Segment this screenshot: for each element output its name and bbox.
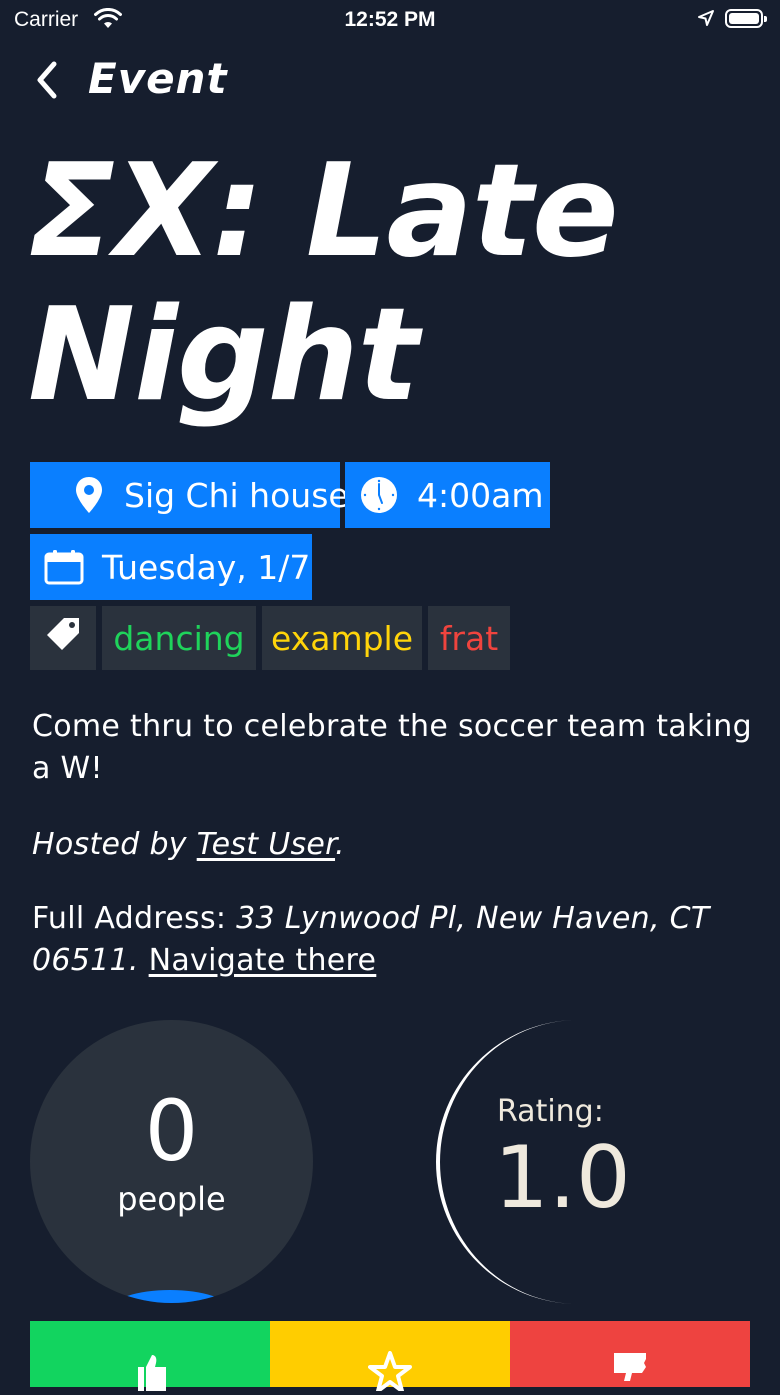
address-prefix: Full Address: (32, 901, 237, 936)
host-prefix: Hosted by (32, 827, 197, 862)
date-chip[interactable]: Tuesday, 1/7 (30, 534, 312, 600)
nav-bar: Event (0, 50, 780, 110)
dislike-button[interactable] (510, 1321, 750, 1387)
people-count-circle: 0 people (30, 1020, 313, 1303)
tag-icon (44, 615, 82, 661)
back-chevron-icon[interactable] (30, 56, 66, 104)
location-chip[interactable]: Sig Chi house (30, 462, 349, 528)
tag-label: frat (439, 618, 499, 658)
tag-example[interactable]: example (262, 606, 422, 670)
location-label: Sig Chi house (124, 475, 349, 515)
status-bar: Carrier 12:52 PM (0, 0, 780, 40)
location-arrow-icon (697, 9, 715, 33)
people-progress-arc (110, 1290, 230, 1303)
rating-label: Rating: (497, 1094, 604, 1129)
thumbs-down-icon (610, 1351, 650, 1395)
status-time: 12:52 PM (344, 8, 436, 31)
nav-title: Event (88, 54, 228, 103)
event-description: Come thru to celebrate the soccer team t… (32, 709, 752, 786)
time-label: 4:00am (417, 475, 544, 515)
host-link[interactable]: Test User (197, 827, 335, 862)
rating-value: 1.0 (494, 1128, 631, 1228)
clock-icon (359, 475, 399, 515)
date-label: Tuesday, 1/7 (102, 547, 311, 587)
star-icon (368, 1351, 412, 1395)
tag-frat[interactable]: frat (428, 606, 510, 670)
like-button[interactable] (30, 1321, 270, 1391)
thumbs-up-icon (130, 1351, 170, 1395)
host-line: Hosted by Test User. (32, 824, 345, 866)
tag-label: dancing (113, 618, 245, 658)
map-pin-icon (74, 475, 104, 515)
host-suffix: . (335, 827, 345, 862)
address-line: Full Address: 33 Lynwood Pl, New Haven, … (32, 898, 752, 982)
event-title: ΣX: Late Night (28, 137, 619, 430)
battery-icon (725, 9, 767, 28)
favorite-button[interactable] (270, 1321, 510, 1393)
tag-dancing[interactable]: dancing (102, 606, 256, 670)
navigate-link[interactable]: Navigate there (149, 943, 377, 978)
time-chip[interactable]: 4:00am (345, 462, 550, 528)
calendar-icon (44, 547, 84, 587)
people-count: 0 (144, 1082, 199, 1180)
tags-icon-chip (30, 606, 96, 670)
tag-label: example (270, 618, 414, 658)
people-label: people (117, 1180, 226, 1218)
